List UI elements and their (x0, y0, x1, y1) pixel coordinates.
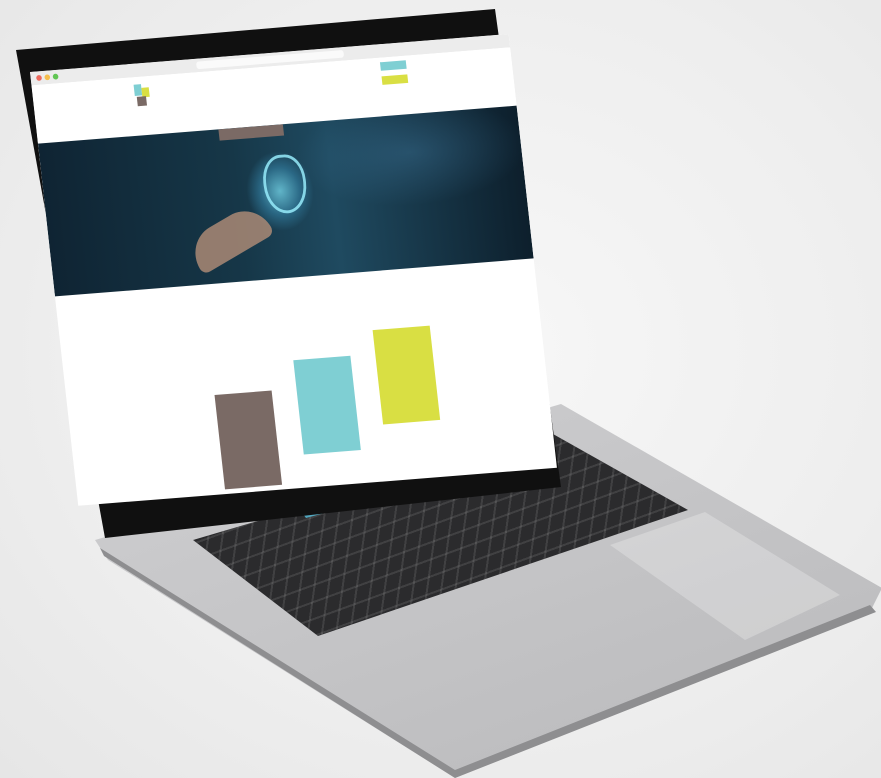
header-button-primary[interactable] (379, 60, 407, 71)
window-controls (35, 73, 59, 81)
site-name[interactable] (154, 75, 274, 85)
hero-hand-image (184, 200, 275, 276)
service-card-2-text (296, 376, 353, 381)
service-card-2-value (299, 410, 356, 415)
maximize-window-icon[interactable] (52, 73, 59, 80)
service-card-1-text (218, 419, 275, 424)
service-card-3-text (375, 344, 432, 349)
site-logo-icon[interactable] (133, 83, 153, 109)
close-window-icon[interactable] (35, 74, 43, 81)
minimize-window-icon[interactable] (44, 74, 51, 81)
service-card-1[interactable] (214, 390, 283, 490)
laptop-mockup (0, 0, 881, 778)
service-card-2[interactable] (293, 355, 361, 455)
service-card-1-value (221, 449, 278, 454)
header-button-secondary[interactable] (381, 74, 409, 85)
shield-icon (260, 153, 310, 215)
service-card-3-value (378, 377, 435, 382)
service-card-3[interactable] (372, 325, 441, 425)
laptop-screen (30, 33, 557, 506)
